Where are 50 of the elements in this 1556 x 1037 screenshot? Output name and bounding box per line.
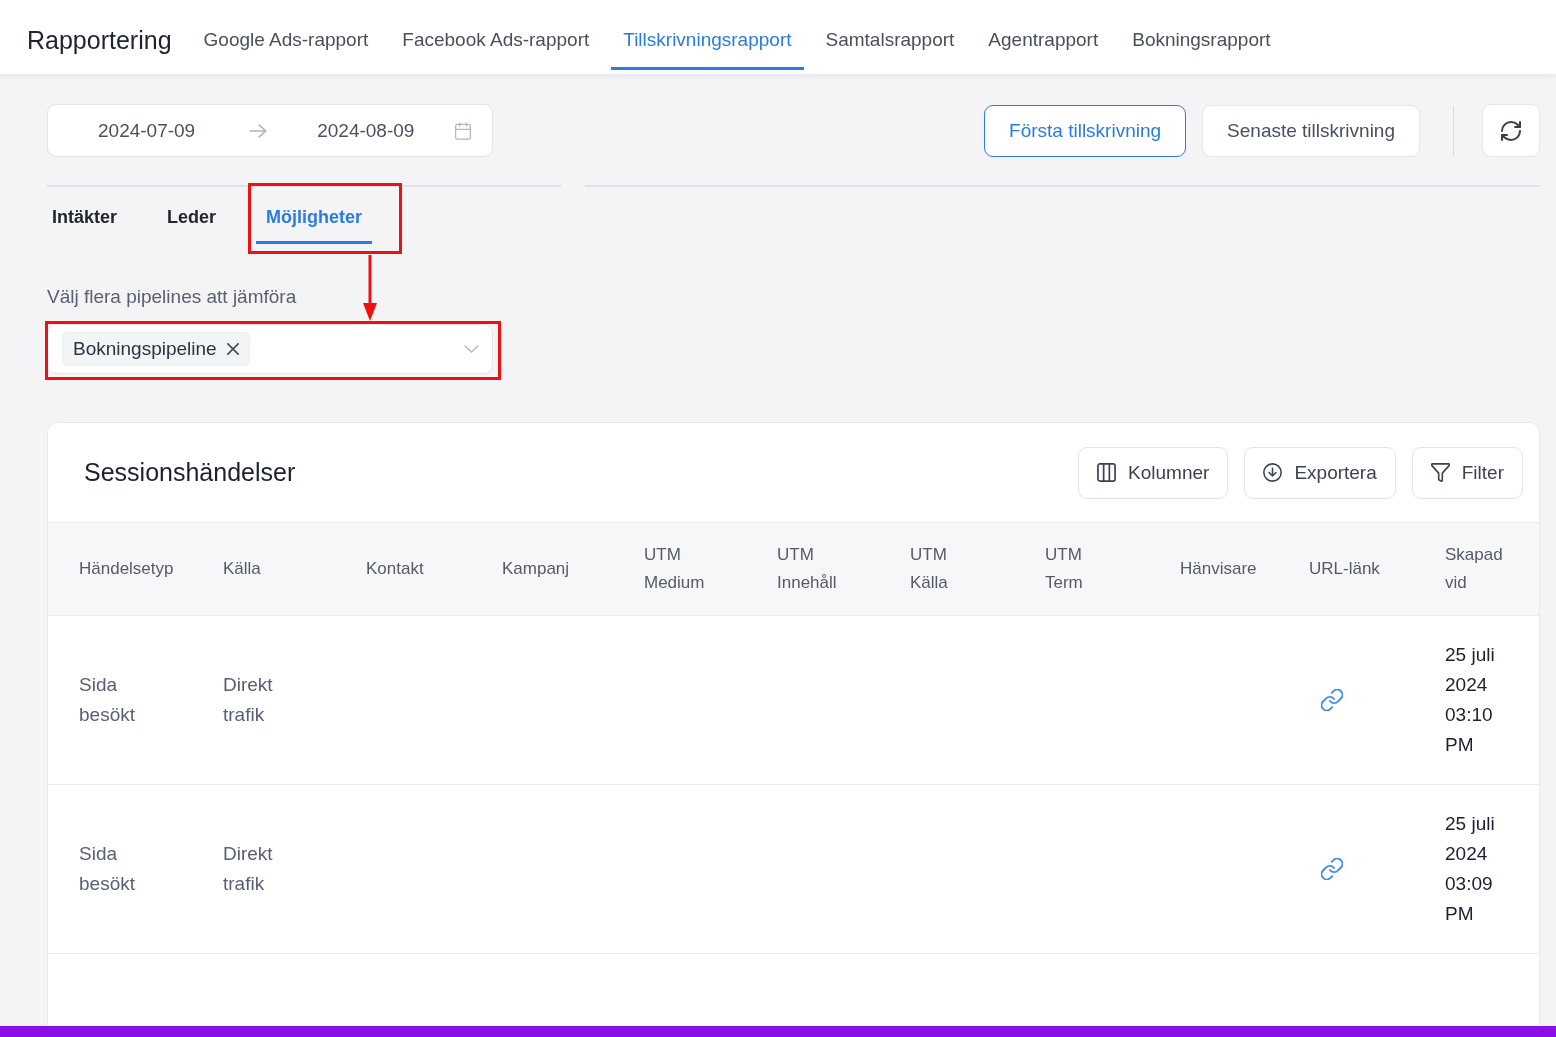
column-header: Kampanj: [502, 558, 570, 580]
column-header: Hänvisare: [1180, 558, 1257, 580]
column-header: UTM Term: [1045, 544, 1084, 594]
section-tab[interactable]: Leder: [157, 187, 227, 244]
report-tab[interactable]: Samtalsrapport: [813, 0, 967, 70]
column-header: UTM Källa: [910, 544, 949, 594]
link-icon[interactable]: [1321, 689, 1343, 711]
report-tab[interactable]: Bokningsrapport: [1120, 0, 1283, 70]
report-tab[interactable]: Agentrapport: [976, 0, 1111, 70]
column-header: UTM Medium: [644, 544, 706, 594]
table-cell-text: Sida besökt: [79, 842, 136, 896]
table-cell-text: 25 juli 2024 03:10 PM: [1445, 643, 1496, 757]
pipeline-select[interactable]: Bokningspipeline: [47, 324, 493, 374]
close-icon[interactable]: [226, 343, 239, 355]
tag-label: Bokningspipeline: [73, 337, 217, 361]
refresh-button[interactable]: [1482, 104, 1540, 157]
filter-icon: [1430, 463, 1450, 482]
report-tab[interactable]: Facebook Ads-rapport: [390, 0, 602, 70]
table-cell-text: 25 juli 2024 03:09 PM: [1445, 812, 1496, 926]
column-header: URL-länk: [1309, 558, 1380, 580]
columns-icon: [1097, 463, 1117, 482]
table-cell-text: Sida besökt: [79, 673, 136, 727]
column-header: Kontakt: [366, 558, 424, 580]
end-date[interactable]: 2024-08-09: [317, 118, 415, 143]
app-title: Rapportering: [27, 25, 172, 55]
attribution-toggle-button[interactable]: Senaste tillskrivning: [1202, 104, 1420, 157]
refresh-icon: [1501, 120, 1521, 141]
chevron-down-icon[interactable]: [464, 345, 479, 353]
arrow-right-icon: [249, 123, 268, 138]
link-icon[interactable]: [1321, 858, 1343, 880]
column-header: Händelsetyp: [79, 558, 174, 580]
column-header: UTM Innehåll: [777, 544, 838, 594]
download-icon: [1263, 463, 1283, 482]
column-header: Källa: [223, 558, 261, 580]
columns-button[interactable]: Kolumner: [1078, 446, 1229, 499]
table-cell-text: Direkt trafik: [223, 842, 274, 896]
calendar-icon: [454, 121, 472, 140]
card-title: Sessionshändelser: [84, 458, 296, 487]
table-cell-text: Direkt trafik: [223, 673, 274, 727]
date-range-picker[interactable]: 2024-07-09 2024-08-09: [47, 104, 493, 157]
section-tab[interactable]: Möjligheter: [256, 187, 373, 244]
start-date[interactable]: 2024-07-09: [98, 118, 196, 143]
column-header: Skapad vid: [1445, 544, 1504, 594]
attribution-toggle-button[interactable]: Första tillskrivning: [984, 104, 1187, 157]
report-tab[interactable]: Tillskrivningsrapport: [611, 0, 804, 70]
export-button[interactable]: Exportera: [1244, 446, 1396, 499]
filter-button[interactable]: Filter: [1411, 446, 1523, 499]
report-tab[interactable]: Google Ads-rapport: [191, 0, 381, 70]
section-tab[interactable]: Intäkter: [42, 187, 128, 244]
field-label: Välj flera pipelines att jämföra: [47, 285, 297, 309]
